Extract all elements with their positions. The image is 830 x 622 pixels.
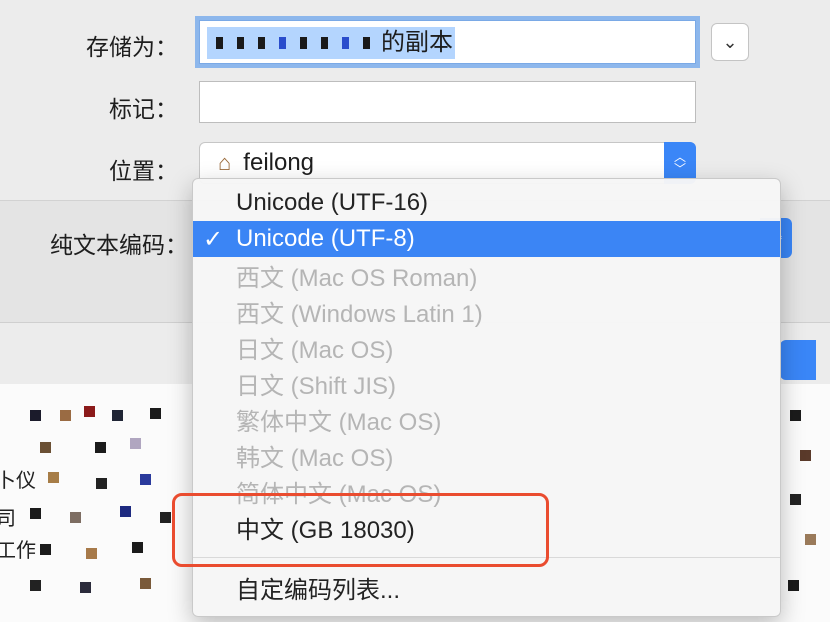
doc-fragment: 工作 (0, 540, 36, 562)
filename-field[interactable]: 的副本 (199, 20, 696, 64)
location-value: feilong (243, 149, 315, 176)
pixel-block (120, 506, 131, 517)
filename-selection: 的副本 (207, 27, 455, 59)
menu-item-label: 西文 (Mac OS Roman) (236, 264, 478, 292)
menu-item-label: 韩文 (Mac OS) (236, 444, 394, 472)
pixel-block (800, 450, 811, 461)
pixel-block (40, 544, 51, 555)
menu-item-mac-roman: 西文 (Mac OS Roman) (193, 257, 780, 293)
redacted-block (363, 37, 370, 49)
menu-item-shift-jis: 日文 (Shift JIS) (193, 365, 780, 401)
redacted-block (342, 37, 349, 49)
pixel-block (70, 512, 81, 523)
save-button[interactable] (780, 340, 816, 380)
pixel-block (95, 442, 106, 453)
menu-item-label: 日文 (Shift JIS) (236, 372, 397, 400)
menu-item-korean-mac: 韩文 (Mac OS) (193, 437, 780, 473)
save-as-label: 存储为： (86, 34, 178, 60)
pixel-block (112, 410, 123, 421)
pixel-block (788, 580, 799, 591)
tags-field[interactable] (199, 81, 696, 123)
doc-fragment: 卜仪 (0, 470, 36, 492)
tags-label: 标记： (109, 96, 178, 122)
pixel-block (30, 580, 41, 591)
checkmark-icon: ✓ (203, 225, 224, 253)
pixel-block (80, 582, 91, 593)
pixel-block (132, 542, 143, 553)
location-label: 位置： (109, 158, 178, 184)
menu-item-japanese-mac: 日文 (Mac OS) (193, 329, 780, 365)
pixel-block (790, 494, 801, 505)
pixel-block (790, 410, 801, 421)
menu-item-label: Unicode (UTF-8) (236, 225, 415, 252)
menu-item-label: Unicode (UTF-16) (236, 189, 429, 216)
redacted-block (300, 37, 307, 49)
menu-item-customize[interactable]: 自定编码列表... (193, 569, 780, 605)
pixel-block (86, 548, 97, 559)
pixel-block (805, 534, 816, 545)
pixel-block (140, 474, 151, 485)
menu-item-label: 日文 (Mac OS) (236, 336, 394, 364)
pixel-block (140, 578, 151, 589)
menu-item-utf16[interactable]: Unicode (UTF-16) (193, 185, 780, 221)
menu-item-label: 自定编码列表... (236, 576, 401, 604)
expand-button[interactable]: ⌄ (711, 23, 749, 61)
pixel-block (40, 442, 51, 453)
pixel-block (160, 512, 171, 523)
doc-fragment: 司 (0, 508, 16, 530)
pixel-block (96, 478, 107, 489)
redacted-block (258, 37, 265, 49)
pixel-block (30, 508, 41, 519)
redacted-block (321, 37, 328, 49)
menu-item-label: 西文 (Windows Latin 1) (236, 300, 483, 328)
menu-item-windows-latin1: 西文 (Windows Latin 1) (193, 293, 780, 329)
pixel-block (60, 410, 71, 421)
home-icon: ⌂ (218, 150, 232, 175)
redacted-block (216, 37, 223, 49)
pixel-block (84, 406, 95, 417)
filename-suffix: 的副本 (381, 29, 453, 56)
menu-item-trad-chinese-mac: 繁体中文 (Mac OS) (193, 401, 780, 437)
redacted-block (279, 37, 286, 49)
menu-item-label: 繁体中文 (Mac OS) (236, 408, 442, 436)
annotation-highlight-box (172, 493, 549, 567)
chevron-down-icon: ⌄ (722, 31, 738, 52)
pixel-block (30, 410, 41, 421)
chevron-down-icon: ﹀ (673, 162, 686, 176)
pixel-block (48, 472, 59, 483)
redacted-block (237, 37, 244, 49)
encoding-label: 纯文本编码： (50, 232, 188, 258)
pixel-block (150, 408, 161, 419)
menu-item-utf8[interactable]: ✓ Unicode (UTF-8) (193, 221, 780, 257)
pixel-block (130, 438, 141, 449)
